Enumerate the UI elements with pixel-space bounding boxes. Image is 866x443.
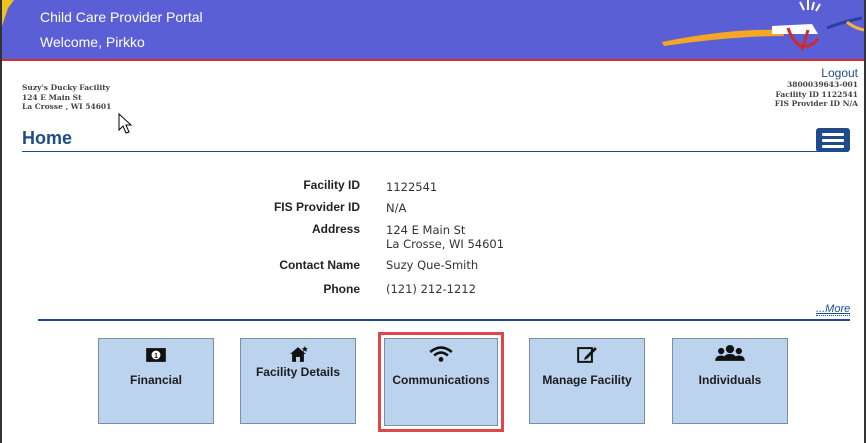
crayon-decoration	[2, 0, 14, 26]
account-summary: Logout 3800039643-001 Facility ID 112254…	[775, 66, 858, 109]
communications-tile[interactable]: Communications	[378, 332, 504, 432]
manage-facility-tile[interactable]: Manage Facility	[529, 338, 645, 424]
facility-id-text: Facility ID 1122541	[775, 89, 858, 99]
facility-name: Suzy's Ducky Facility	[22, 83, 111, 92]
account-number: 3800039643-001	[787, 80, 858, 89]
detail-label: Phone	[323, 282, 360, 296]
tile-label: Facility Details	[255, 365, 341, 379]
detail-value: La Crosse, WI 54601	[386, 237, 505, 251]
tile-label: Individuals	[698, 373, 762, 387]
page-title: Home	[22, 128, 73, 148]
detail-value: 1122541	[386, 180, 438, 194]
detail-value: 124 E Main St	[386, 223, 466, 237]
facility-summary: Suzy's Ducky Facility 124 E Main St La C…	[22, 83, 111, 112]
more-link[interactable]: ...More	[816, 303, 851, 316]
detail-value: Suzy Que-Smith	[386, 258, 479, 272]
fis-provider-text: FIS Provider ID N/A	[774, 99, 858, 108]
edit-icon	[577, 347, 597, 363]
crayon-art-logo	[662, 0, 864, 51]
tile-label: Financial	[129, 373, 182, 387]
house-icon	[290, 346, 308, 362]
header-banner: Child Care Provider Portal Welcome, Pirk…	[2, 0, 864, 61]
detail-value: (121) 212-1212	[386, 282, 476, 296]
mouse-cursor-icon	[118, 113, 133, 134]
users-icon	[715, 344, 745, 361]
facility-details-tile[interactable]: Facility Details	[240, 338, 356, 424]
money-icon: 1	[146, 348, 166, 362]
welcome-text: Welcome, Pirkko	[40, 34, 145, 50]
tile-label: Manage Facility	[542, 373, 632, 387]
detail-label: FIS Provider ID	[273, 200, 360, 214]
individuals-tile[interactable]: Individuals	[672, 338, 788, 424]
facility-city: La Crosse , WI 54601	[22, 102, 112, 111]
hamburger-menu-icon[interactable]	[816, 128, 850, 152]
wifi-icon	[429, 346, 453, 362]
financial-tile[interactable]: 1 Financial	[98, 338, 214, 424]
title-divider	[22, 151, 848, 152]
section-divider	[38, 319, 850, 321]
detail-label: Facility ID	[303, 178, 360, 192]
tile-label: Communications	[392, 373, 490, 387]
svg-text:1: 1	[154, 353, 158, 360]
detail-label: Address	[311, 222, 360, 236]
detail-value: N/A	[386, 201, 407, 215]
facility-street: 124 E Main St	[22, 92, 82, 102]
logout-link[interactable]: Logout	[775, 66, 858, 80]
detail-label: Contact Name	[279, 258, 360, 272]
portal-title: Child Care Provider Portal	[40, 9, 203, 25]
